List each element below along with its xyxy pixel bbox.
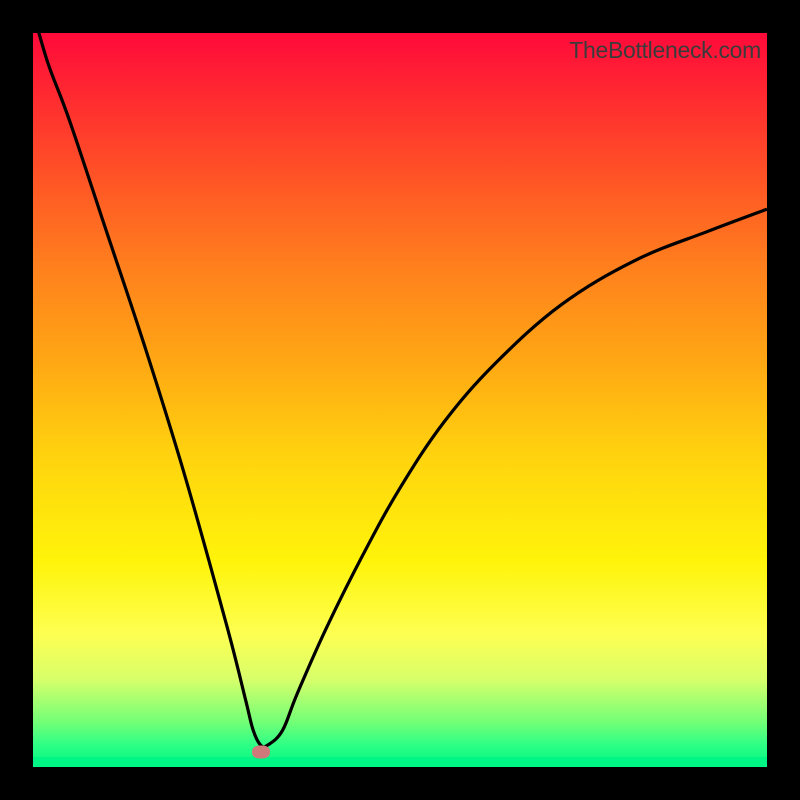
plot-area: TheBottleneck.com xyxy=(33,33,767,767)
minimum-marker xyxy=(252,746,270,759)
chart-frame: TheBottleneck.com xyxy=(0,0,800,800)
bottleneck-curve xyxy=(33,33,767,767)
baseline-band xyxy=(33,757,767,767)
attribution-label: TheBottleneck.com xyxy=(569,37,761,64)
